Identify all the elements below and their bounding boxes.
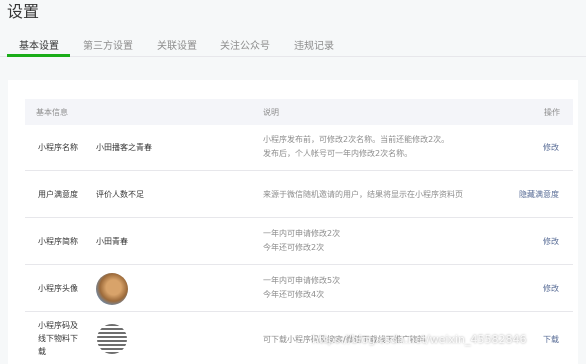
tab-basic-settings[interactable]: 基本设置 (19, 37, 59, 52)
row-label-line2: 线下物料下 (38, 334, 78, 343)
qr-code (97, 324, 127, 354)
watermark: https://blog.csdn.net/weixin_45582846 (312, 333, 527, 346)
row-label-line3: 载 (38, 347, 46, 356)
settings-card: 基本信息 说明 操作 小程序名称 小田播客之青春 小程序发布前，可修改2次名称。… (8, 80, 578, 364)
row-description-line2: 今年还可修改4次 (263, 290, 325, 299)
table-row: 小程序头像 一年内可申请修改5次 今年还可修改4次 修改 (25, 265, 573, 312)
header-description: 说明 (263, 108, 279, 117)
row-value: 小田播客之青春 (96, 143, 152, 152)
tab-follow-official-account[interactable]: 关注公众号 (220, 37, 270, 52)
tab-bar: 基本设置 第三方设置 关联设置 关注公众号 违规记录 (0, 30, 586, 57)
row-description-line1: 小程序发布前，可修改2次名称。当前还能修改2次。 (263, 135, 450, 144)
table-row: 小程序名称 小田播客之青春 小程序发布前，可修改2次名称。当前还能修改2次。 发… (25, 125, 573, 171)
modify-short-name-link[interactable]: 修改 (543, 235, 559, 249)
page-title: 设置 (7, 2, 40, 21)
download-link[interactable]: 下载 (543, 333, 559, 347)
tab-violation-records[interactable]: 违规记录 (294, 37, 334, 52)
row-label: 用户满意度 (38, 190, 78, 199)
avatar (96, 273, 128, 305)
row-description-line2: 今年还可修改2次 (263, 243, 325, 252)
modify-avatar-link[interactable]: 修改 (543, 282, 559, 296)
row-description-line1: 一年内可申请修改2次 (263, 229, 341, 238)
row-value: 小田青春 (96, 237, 128, 246)
tab-related-settings[interactable]: 关联设置 (157, 37, 197, 52)
row-description-line2: 发布后，个人帐号可一年内修改2次名称。 (263, 149, 413, 158)
tab-third-party-settings[interactable]: 第三方设置 (83, 37, 133, 52)
row-label-line1: 小程序码及 (38, 321, 78, 330)
table-row: 用户满意度 评价人数不足 来源于微信随机邀请的用户，结果将显示在小程序资料页 隐… (25, 171, 573, 218)
row-label: 小程序头像 (38, 284, 78, 293)
header-basic-info: 基本信息 (36, 108, 68, 117)
table-header: 基本信息 说明 操作 (25, 99, 573, 125)
active-tab-underline (7, 54, 70, 57)
row-label: 小程序简称 (38, 237, 78, 246)
header-operation: 操作 (544, 108, 560, 117)
table-row: 小程序简称 小田青春 一年内可申请修改2次 今年还可修改2次 修改 (25, 218, 573, 265)
row-label: 小程序名称 (38, 143, 78, 152)
row-description-line1: 一年内可申请修改5次 (263, 276, 341, 285)
modify-name-link[interactable]: 修改 (543, 141, 559, 155)
hide-satisfaction-link[interactable]: 隐藏满意度 (519, 188, 559, 202)
row-value: 评价人数不足 (96, 190, 144, 199)
row-description: 来源于微信随机邀请的用户，结果将显示在小程序资料页 (263, 190, 463, 199)
